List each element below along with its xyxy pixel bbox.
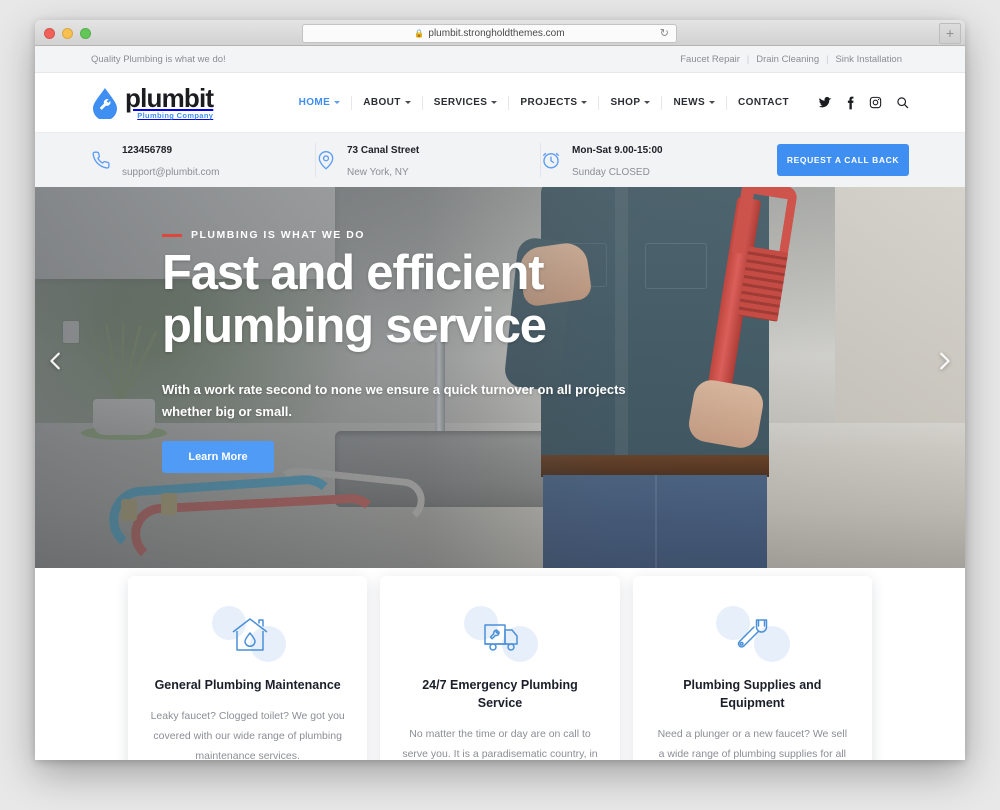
slider-prev-button[interactable]	[45, 350, 67, 372]
nav-label: PROJECTS	[520, 97, 578, 108]
info-lines: 123456789 support@plumbit.com	[122, 138, 219, 181]
request-call-back-button[interactable]: REQUEST A CALL BACK	[777, 144, 909, 176]
nav-item-home[interactable]: HOME	[288, 96, 352, 110]
eyebrow-dash	[162, 233, 182, 237]
reload-icon[interactable]: ↻	[660, 28, 669, 39]
search-icon[interactable]	[896, 96, 909, 109]
hero-content: PLUMBING IS WHAT WE DO Fast and efficien…	[35, 187, 965, 568]
card-title: 24/7 Emergency Plumbing Service	[422, 678, 578, 710]
hero-eyebrow-text: PLUMBING IS WHAT WE DO	[191, 229, 365, 241]
address-bar-url: plumbit.strongholdthemes.com	[428, 28, 565, 39]
nav-item-contact[interactable]: CONTACT	[726, 95, 800, 110]
phone-icon	[91, 150, 111, 170]
support-email: support@plumbit.com	[122, 167, 220, 178]
info-item-address: 73 Canal Street New York, NY	[316, 143, 541, 178]
main-navigation: HOME ABOUT SERVICES PROJECTS SHOP NEWS C…	[288, 95, 909, 110]
card-title: Plumbing Supplies and Equipment	[683, 678, 822, 710]
info-item-phone: 123456789 support@plumbit.com	[91, 143, 316, 178]
info-lines: Mon-Sat 9.00-15:00 Sunday CLOSED	[572, 138, 663, 181]
nav-label: NEWS	[673, 97, 706, 108]
nav-label: HOME	[298, 97, 331, 108]
chevron-down-icon	[581, 101, 588, 104]
logo-subtitle: Plumbing Company	[137, 111, 214, 121]
info-lines: 73 Canal Street New York, NY	[347, 138, 419, 181]
twitter-icon[interactable]	[818, 96, 832, 110]
nav-item-projects[interactable]: PROJECTS	[508, 95, 598, 110]
opening-hours: Mon-Sat 9.00-15:00	[572, 145, 663, 157]
close-window-button[interactable]	[44, 28, 55, 39]
topbar-tagline: Quality Plumbing is what we do!	[91, 53, 226, 65]
service-card-general-plumbing[interactable]: General Plumbing Maintenance Leaky fauce…	[128, 576, 368, 760]
card-description: No matter the time or day are on call to…	[402, 728, 598, 760]
map-pin-icon	[316, 150, 336, 170]
instagram-icon[interactable]	[869, 96, 882, 109]
page-viewport: Quality Plumbing is what we do! Faucet R…	[35, 46, 965, 760]
site-header: plumbit Plumbing Company HOME ABOUT SERV…	[35, 73, 965, 133]
browser-window: 🔒 plumbit.strongholdthemes.com ↻ + Quali…	[35, 20, 965, 760]
phone-number: 123456789	[122, 145, 173, 157]
nav-label: CONTACT	[738, 97, 789, 108]
chevron-down-icon	[334, 101, 341, 104]
nav-item-news[interactable]: NEWS	[661, 95, 726, 110]
site-topbar: Quality Plumbing is what we do! Faucet R…	[35, 46, 965, 73]
chevron-down-icon	[491, 101, 498, 104]
topbar-link-drain-cleaning[interactable]: Drain Cleaning	[749, 54, 826, 65]
maximize-window-button[interactable]	[80, 28, 91, 39]
wrench-icon	[734, 614, 774, 656]
hero-slider: PLUMBING IS WHAT WE DO Fast and efficien…	[35, 187, 965, 568]
house-water-drop-icon	[230, 614, 270, 656]
street-address: 73 Canal Street	[347, 145, 420, 157]
lock-icon: 🔒	[414, 28, 425, 38]
logo-text: plumbit Plumbing Company	[125, 83, 214, 121]
learn-more-button[interactable]: Learn More	[162, 441, 274, 473]
hero-subtitle: With a work rate second to none we ensur…	[162, 382, 626, 419]
card-icon-wrap	[210, 606, 286, 664]
topbar-link-faucet-repair[interactable]: Faucet Repair	[673, 54, 747, 65]
card-icon-wrap	[714, 606, 791, 664]
slider-next-button[interactable]	[933, 350, 955, 372]
site-logo[interactable]: plumbit Plumbing Company	[91, 83, 214, 121]
service-card-supplies-equipment[interactable]: Plumbing Supplies and Equipment Need a p…	[632, 576, 872, 760]
nav-item-about[interactable]: ABOUT	[351, 95, 422, 110]
chevron-down-icon	[644, 101, 651, 104]
card-description: Need a plunger or a new faucet? We sell …	[657, 728, 848, 760]
service-truck-icon	[482, 614, 522, 656]
nav-item-services[interactable]: SERVICES	[421, 95, 509, 110]
nav-item-shop[interactable]: SHOP	[598, 95, 661, 110]
topbar-links: Faucet Repair | Drain Cleaning | Sink In…	[673, 54, 909, 65]
service-card-emergency-service[interactable]: 24/7 Emergency Plumbing Service No matte…	[380, 576, 620, 760]
new-tab-button[interactable]: +	[939, 23, 961, 44]
facebook-icon[interactable]	[846, 96, 855, 110]
info-item-hours: Mon-Sat 9.00-15:00 Sunday CLOSED	[541, 143, 765, 178]
header-social-icons	[818, 96, 909, 110]
closed-days: Sunday CLOSED	[572, 167, 650, 178]
minimize-window-button[interactable]	[62, 28, 73, 39]
hero-eyebrow: PLUMBING IS WHAT WE DO	[162, 229, 365, 241]
city-state: New York, NY	[347, 167, 409, 178]
topbar-link-sink-installation[interactable]: Sink Installation	[828, 54, 909, 65]
card-icon-wrap	[462, 606, 538, 664]
chevron-down-icon	[404, 101, 411, 104]
nav-label: ABOUT	[363, 97, 401, 108]
chevron-down-icon	[709, 101, 716, 104]
hero-title-line-2: plumbing service	[162, 299, 547, 353]
card-description: Leaky faucet? Clogged toilet? We got you…	[150, 710, 345, 760]
hero-title: Fast and efficient plumbing service	[162, 246, 547, 353]
water-drop-wrench-logo-icon	[91, 87, 119, 120]
hero-title-line-1: Fast and efficient	[162, 246, 545, 300]
clock-icon	[541, 150, 561, 170]
logo-word: plumbit	[125, 83, 214, 114]
address-bar[interactable]: 🔒 plumbit.strongholdthemes.com ↻	[302, 24, 677, 43]
contact-infobar: 123456789 support@plumbit.com 73 Canal S…	[35, 133, 965, 187]
nav-label: SHOP	[610, 97, 641, 108]
service-cards: General Plumbing Maintenance Leaky fauce…	[35, 576, 965, 760]
card-title: General Plumbing Maintenance	[154, 678, 341, 692]
window-controls	[44, 28, 91, 39]
nav-label: SERVICES	[433, 97, 488, 108]
browser-titlebar: 🔒 plumbit.strongholdthemes.com ↻ +	[35, 20, 965, 46]
